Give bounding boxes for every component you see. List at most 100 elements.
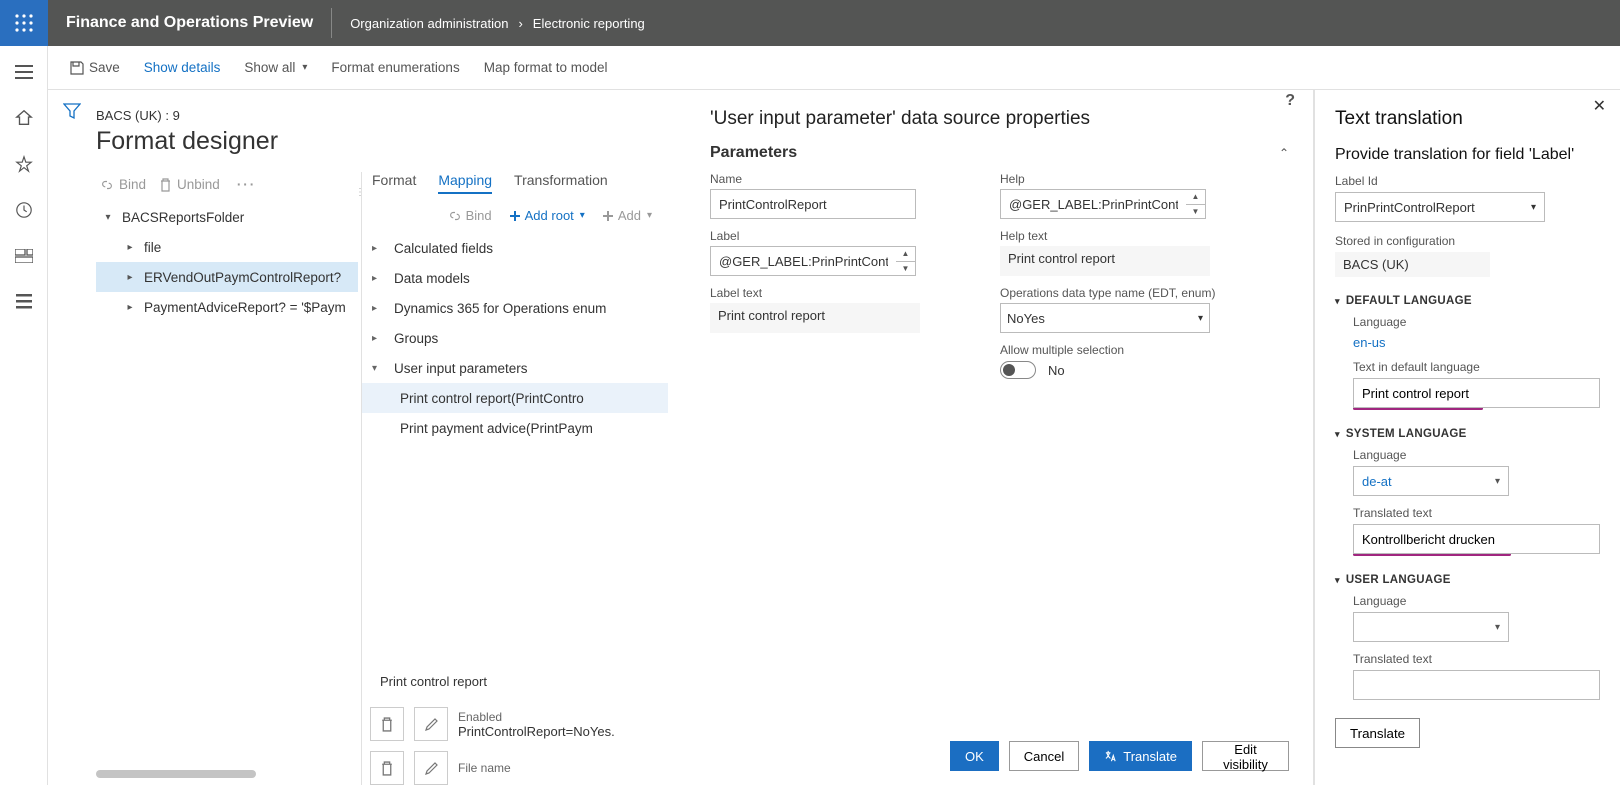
chevron-down-icon: ▾	[1198, 313, 1203, 324]
tab-transformation[interactable]: Transformation	[514, 172, 608, 194]
add-root-button[interactable]: Add root▾	[503, 208, 591, 223]
help-icon[interactable]: ?	[1285, 92, 1295, 110]
tree-node-selected[interactable]: ▸ERVendOutPaymControlReport?	[96, 262, 358, 292]
edit-icon[interactable]	[414, 707, 448, 741]
unbind-button[interactable]: Unbind	[177, 177, 220, 192]
page-title: Format designer	[96, 127, 668, 156]
more-icon[interactable]: ···	[237, 177, 257, 192]
edit-visibility-button[interactable]: Edit visibility	[1202, 741, 1289, 771]
ds-node[interactable]: ▸Dynamics 365 for Operations enum	[362, 293, 668, 323]
collapse-icon[interactable]: ▾	[372, 363, 384, 374]
ds-node[interactable]: ▸Data models	[362, 263, 668, 293]
expand-icon[interactable]: ▸	[372, 303, 384, 314]
translate-icon	[1104, 750, 1117, 763]
workspace-icon[interactable]	[4, 236, 44, 276]
translated-text-input[interactable]	[1353, 524, 1600, 554]
ds-node-selected[interactable]: Print control report(PrintContro	[362, 383, 668, 413]
name-input[interactable]	[710, 189, 916, 219]
default-language-value[interactable]: en-us	[1353, 333, 1600, 360]
bind-button[interactable]: Bind	[119, 177, 146, 192]
translation-panel: ✕ Text translation Provide translation f…	[1314, 90, 1620, 785]
ds-node[interactable]: ▸Calculated fields	[362, 233, 668, 263]
modules-icon[interactable]	[4, 282, 44, 322]
panel-subtitle: Provide translation for field 'Label'	[1335, 130, 1600, 174]
expand-icon[interactable]: ▸	[122, 272, 138, 283]
chevron-down-icon: ▾	[580, 210, 585, 221]
home-icon[interactable]	[4, 98, 44, 138]
help-input[interactable]	[1000, 189, 1186, 219]
delete-icon[interactable]	[370, 707, 404, 741]
labeltext-label: Label text	[710, 286, 940, 300]
group-user-language[interactable]: ▾USER LANGUAGE	[1335, 574, 1600, 586]
label-input[interactable]	[710, 246, 896, 276]
ds-node[interactable]: Print payment advice(PrintPaym	[362, 413, 668, 443]
chevron-down-icon: ▾	[1495, 622, 1500, 633]
format-enumerations-button[interactable]: Format enumerations	[319, 60, 471, 75]
expand-icon[interactable]: ▸	[372, 333, 384, 344]
translate-button[interactable]: Translate	[1335, 718, 1420, 748]
delete-icon[interactable]	[370, 751, 404, 785]
data-source-panel: Format Mapping Transformation Bind Add r…	[361, 172, 668, 785]
star-icon[interactable]	[4, 144, 44, 184]
horizontal-scrollbar[interactable]	[96, 770, 358, 780]
language-label: Language	[1353, 315, 1600, 329]
hamburger-icon[interactable]	[4, 52, 44, 92]
helptext-value: Print control report	[1000, 246, 1210, 276]
multi-label: Allow multiple selection	[1000, 343, 1250, 357]
selected-item-title: Print control report	[370, 666, 660, 697]
plus-icon	[602, 210, 614, 222]
labeltext-value: Print control report	[710, 303, 920, 333]
ok-button[interactable]: OK	[950, 741, 999, 771]
recent-icon[interactable]	[4, 190, 44, 230]
breadcrumb-item[interactable]: Organization administration	[350, 16, 508, 31]
text-default-input[interactable]	[1353, 378, 1600, 408]
expand-icon[interactable]: ▸	[122, 302, 138, 313]
show-all-button[interactable]: Show all▾	[232, 60, 319, 75]
expand-icon[interactable]: ▸	[122, 242, 138, 253]
format-tree: ▾BACSReportsFolder ▸file ▸ERVendOutPaymC…	[96, 202, 358, 322]
edt-select[interactable]: NoYes▾	[1000, 303, 1210, 333]
labelid-select[interactable]: PrinPrintControlReport▾	[1335, 192, 1545, 222]
app-launcher-icon[interactable]	[0, 0, 48, 46]
cancel-button[interactable]: Cancel	[1009, 741, 1079, 771]
top-bar: Finance and Operations Preview Organizat…	[0, 0, 1620, 46]
map-format-button[interactable]: Map format to model	[472, 60, 620, 75]
ds-node[interactable]: ▾User input parameters	[362, 353, 668, 383]
close-icon[interactable]: ✕	[1593, 96, 1606, 116]
link-icon	[100, 178, 114, 192]
spinner-buttons[interactable]: ▲▼	[896, 246, 916, 276]
tree-node[interactable]: ▸file	[96, 232, 358, 262]
breadcrumb-item[interactable]: Electronic reporting	[533, 16, 645, 31]
bind-button[interactable]: Bind	[442, 208, 498, 223]
expand-icon[interactable]: ▸	[372, 243, 384, 254]
section-header[interactable]: Parameters ⌃	[710, 130, 1289, 166]
save-button[interactable]: Save	[58, 60, 132, 75]
ds-node[interactable]: ▸Groups	[362, 323, 668, 353]
group-system-language[interactable]: ▾SYSTEM LANGUAGE	[1335, 428, 1600, 440]
user-language-select[interactable]: ▾	[1353, 612, 1509, 642]
tab-mapping[interactable]: Mapping	[438, 172, 492, 194]
user-translated-text-input[interactable]	[1353, 670, 1600, 700]
expand-icon[interactable]: ▸	[372, 273, 384, 284]
labelid-label: Label Id	[1335, 174, 1600, 188]
multi-toggle[interactable]	[1000, 361, 1036, 379]
filename-label: File name	[458, 761, 511, 775]
spinner-buttons[interactable]: ▲▼	[1186, 189, 1206, 219]
group-default-language[interactable]: ▾DEFAULT LANGUAGE	[1335, 295, 1600, 307]
tree-node[interactable]: ▾BACSReportsFolder	[96, 202, 358, 232]
chevron-down-icon: ▾	[1495, 476, 1500, 487]
collapse-icon: ▾	[1335, 296, 1340, 306]
edit-icon[interactable]	[414, 751, 448, 785]
tab-format[interactable]: Format	[372, 172, 416, 194]
system-language-select[interactable]: de-at▾	[1353, 466, 1509, 496]
scrollbar-thumb[interactable]	[96, 770, 256, 778]
translate-button[interactable]: Translate	[1089, 741, 1192, 771]
filter-icon[interactable]	[63, 102, 81, 785]
tree-node[interactable]: ▸PaymentAdviceReport? = '$Paym	[96, 292, 358, 322]
add-button[interactable]: Add▾	[596, 208, 658, 223]
show-details-button[interactable]: Show details	[132, 60, 233, 75]
collapse-icon[interactable]: ▾	[100, 212, 116, 223]
app-title: Finance and Operations Preview	[48, 14, 331, 32]
chevron-up-icon: ⌃	[1279, 146, 1289, 160]
breadcrumb[interactable]: Organization administration › Electronic…	[332, 16, 663, 31]
